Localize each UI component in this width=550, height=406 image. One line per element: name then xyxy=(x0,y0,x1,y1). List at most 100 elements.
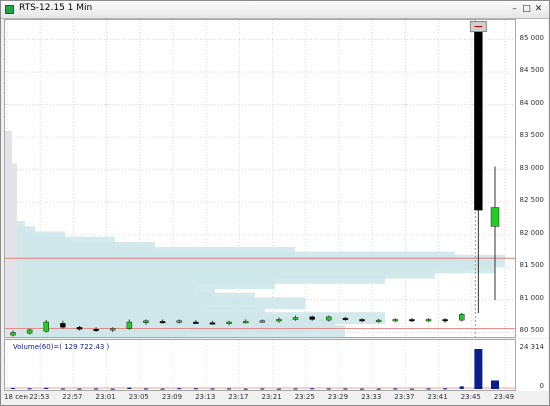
price-tick-label: 81 500 xyxy=(519,261,545,270)
time-tick-label: 23:25 xyxy=(294,393,315,401)
time-tick-label: 23:21 xyxy=(261,393,282,401)
price-tick-label: 81 000 xyxy=(519,293,545,302)
candle-body xyxy=(259,320,266,323)
time-tick-label: 23:49 xyxy=(493,393,515,401)
candle-body xyxy=(209,322,216,325)
volume-bar xyxy=(426,388,431,390)
time-axis: 18 сен 22:53 22:57 23:01 23:05 23:09 23:13 23:1… xyxy=(4,392,516,404)
candle-body xyxy=(459,314,465,321)
price-tick-label: 84 000 xyxy=(519,98,545,107)
volume-bar xyxy=(160,388,165,390)
volume-bar xyxy=(393,388,398,390)
volume-bar xyxy=(376,388,381,390)
time-tick-label: 23:45 xyxy=(460,393,481,401)
candle-body xyxy=(76,327,83,330)
price-chart[interactable] xyxy=(4,19,516,338)
candle-body xyxy=(425,319,432,322)
close-button[interactable]: ✕ xyxy=(533,4,544,15)
candle-body xyxy=(60,323,66,328)
candle-body xyxy=(242,321,249,324)
volume-bar xyxy=(276,388,281,390)
price-tick-label: 82 000 xyxy=(519,228,545,237)
volume-bar xyxy=(127,387,132,389)
volume-bar xyxy=(177,388,182,390)
volume-bar xyxy=(243,388,248,390)
price-chart-canvas[interactable] xyxy=(5,20,516,338)
volume-bar xyxy=(459,386,464,389)
candle-body xyxy=(292,317,299,320)
candle-body xyxy=(342,317,349,320)
volume-bar xyxy=(193,388,198,390)
price-tick-label: 82 500 xyxy=(519,196,545,205)
volume-bar xyxy=(474,349,483,389)
candle-body xyxy=(442,319,448,322)
history-block xyxy=(5,130,12,337)
volume-bar xyxy=(326,388,331,390)
title-bar[interactable]: RTS-12.15 1 Min – □ ✕ xyxy=(1,1,549,19)
volume-bar xyxy=(143,388,148,390)
price-tick-label: 83 000 xyxy=(519,163,545,172)
candle-body xyxy=(474,29,483,211)
candle-body xyxy=(490,207,500,227)
time-tick-label: 23:13 xyxy=(195,393,216,401)
candle-body xyxy=(43,321,49,332)
volume-indicator-label: Volume(60)=( 129 722.43 ) xyxy=(13,343,110,351)
candle-body xyxy=(109,328,116,331)
time-tick-label: 23:37 xyxy=(394,393,415,401)
time-tick-label: 23:41 xyxy=(427,393,448,401)
price-tick-label: 83 500 xyxy=(519,131,545,140)
time-tick-label: 23:09 xyxy=(161,393,183,401)
volume-axis: 24 314 0 xyxy=(516,339,548,391)
time-tick-label: 23:29 xyxy=(327,393,349,401)
time-tick-label: 23:33 xyxy=(361,393,382,401)
price-tick-label: 84 500 xyxy=(519,66,545,75)
volume-bar xyxy=(310,388,315,390)
volume-bar xyxy=(360,388,365,390)
volume-bar xyxy=(77,388,82,390)
volume-tick-label: 24 314 xyxy=(519,343,545,351)
volume-bar xyxy=(11,388,15,390)
volume-bar xyxy=(260,388,265,390)
maximize-button[interactable]: □ xyxy=(521,4,532,15)
volume-bar xyxy=(60,388,65,390)
volume-bar xyxy=(227,388,232,390)
candle-body xyxy=(126,321,133,329)
time-tick-label: 22:57 xyxy=(62,393,83,401)
candle-body xyxy=(276,319,282,322)
history-block xyxy=(12,163,17,337)
candle-body xyxy=(392,319,399,322)
candle-body xyxy=(93,328,99,331)
candle-body xyxy=(226,321,232,324)
volume-bar xyxy=(343,388,348,390)
volume-tick-label: 0 xyxy=(539,382,544,390)
candle-body xyxy=(309,316,315,320)
volume-bar xyxy=(491,380,499,389)
candle-body xyxy=(193,321,199,324)
candle-body xyxy=(159,321,166,324)
time-tick-label: 23:05 xyxy=(128,393,149,401)
time-tick-label: 18 сен xyxy=(4,393,28,401)
price-axis: 85 000 84 500 84 000 83 500 83 000 82 500 82 0… xyxy=(516,19,548,338)
volume-bar xyxy=(27,388,32,390)
minimize-button[interactable]: – xyxy=(509,4,520,15)
candle-body xyxy=(326,316,332,321)
candle-body xyxy=(26,329,33,334)
volume-bar xyxy=(44,387,49,389)
window-title: RTS-12.15 1 Min xyxy=(19,3,93,13)
candle-body xyxy=(10,332,16,336)
volume-bar xyxy=(293,388,298,390)
candle-body xyxy=(359,319,365,322)
volume-bar xyxy=(110,388,115,390)
volume-bar xyxy=(210,388,215,390)
time-tick-label: 23:01 xyxy=(95,393,116,401)
volume-panel[interactable]: Volume(60)=( 129 722.43 ) xyxy=(4,339,516,391)
volume-bar xyxy=(409,388,414,390)
time-tick-label: 23:17 xyxy=(228,393,249,401)
candle-body xyxy=(409,319,415,322)
volume-bar xyxy=(443,388,448,390)
candle-body xyxy=(176,320,182,323)
price-tick-label: 85 000 xyxy=(519,33,545,42)
candle-body xyxy=(143,320,149,323)
chart-app-icon xyxy=(5,5,14,14)
time-tick-label: 22:53 xyxy=(29,393,50,401)
